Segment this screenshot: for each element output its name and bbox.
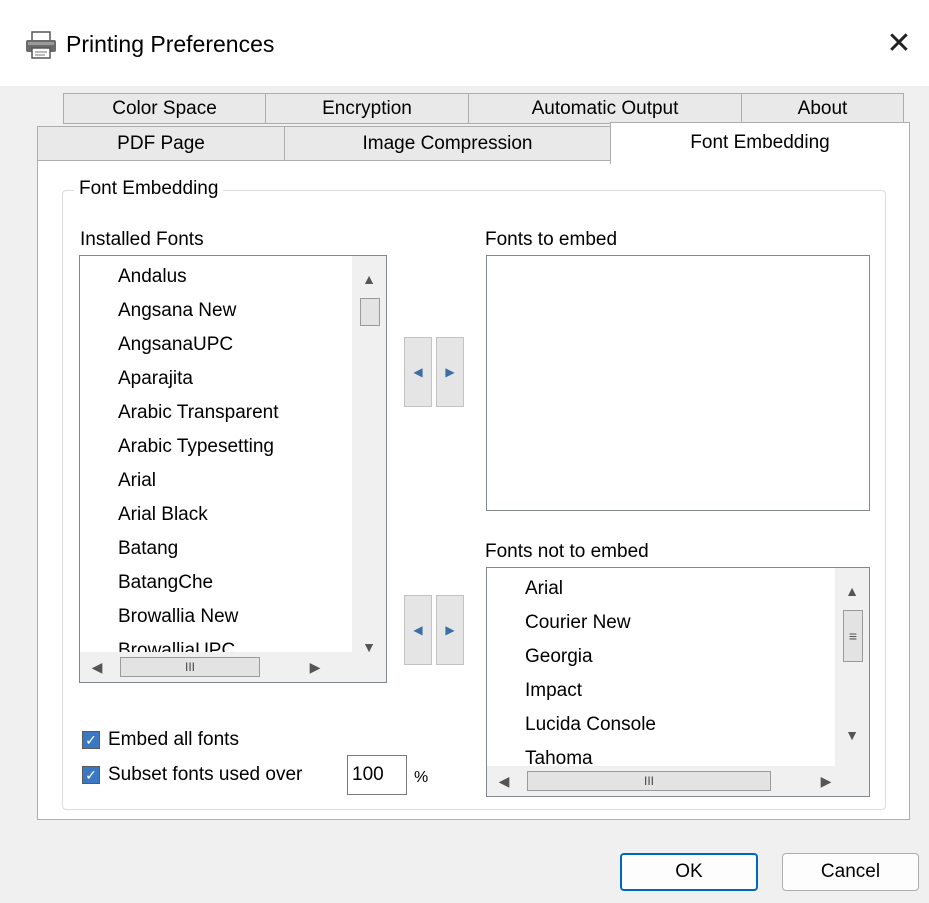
installed-fonts-label: Installed Fonts	[80, 229, 204, 250]
move-left-button[interactable]: ◀	[404, 337, 432, 407]
list-item[interactable]: Andalus	[80, 260, 279, 294]
fonts-not-to-embed-label: Fonts not to embed	[485, 541, 649, 562]
installed-fonts-list[interactable]: Andalus Angsana New AngsanaUPC Aparajita Ara…	[79, 255, 387, 683]
fonts-not-to-embed-list[interactable]: Arial Courier New Georgia Impact Lucida Cons…	[486, 567, 870, 797]
list-item[interactable]: Impact	[487, 674, 656, 708]
not-embed-horizontal-scrollbar[interactable]: ◀ III ▶	[487, 766, 869, 796]
tab-font-embedding[interactable]: Font Embedding	[610, 122, 910, 164]
tab-image-compression[interactable]: Image Compression	[284, 126, 611, 160]
tab-about[interactable]: About	[741, 93, 904, 124]
move-left-button-lower[interactable]: ◀	[404, 595, 432, 665]
list-item[interactable]: Georgia	[487, 640, 656, 674]
scroll-up-arrow-icon[interactable]: ▲	[354, 264, 384, 294]
checkmark-icon: ✓	[83, 767, 99, 783]
list-item[interactable]: Lucida Console	[487, 708, 656, 742]
list-item[interactable]: Batang	[80, 532, 279, 566]
scroll-right-arrow-icon[interactable]: ▶	[300, 652, 330, 682]
fonts-not-to-embed-items: Arial Courier New Georgia Impact Lucida Cons…	[487, 572, 656, 776]
checkmark-icon: ✓	[83, 732, 99, 748]
list-item[interactable]: AngsanaUPC	[80, 328, 279, 362]
list-item[interactable]: Aparajita	[80, 362, 279, 396]
scroll-left-arrow-icon[interactable]: ◀	[489, 766, 519, 796]
tab-color-space[interactable]: Color Space	[63, 93, 266, 124]
installed-horizontal-scrollbar[interactable]: ◀ III ▶	[80, 652, 386, 682]
list-item[interactable]: Arial Black	[80, 498, 279, 532]
ok-button[interactable]: OK	[620, 853, 758, 891]
installed-fonts-items: Andalus Angsana New AngsanaUPC Aparajita Ara…	[80, 260, 279, 668]
cancel-button[interactable]: Cancel	[782, 853, 919, 891]
list-item[interactable]: BatangChe	[80, 566, 279, 600]
list-item[interactable]: Arabic Typesetting	[80, 430, 279, 464]
installed-vertical-scrollbar[interactable]: ▲ ▼	[352, 256, 386, 655]
fonts-to-embed-list[interactable]	[486, 255, 870, 511]
scroll-up-arrow-icon[interactable]: ▲	[837, 576, 867, 606]
list-item[interactable]: Browallia New	[80, 600, 279, 634]
fonts-to-embed-label: Fonts to embed	[485, 229, 618, 250]
subset-fonts-label[interactable]: Subset fonts used over	[108, 762, 302, 788]
scroll-right-arrow-icon[interactable]: ▶	[811, 766, 841, 796]
list-item[interactable]: Arial	[80, 464, 279, 498]
scroll-thumb-vertical[interactable]: ≡	[843, 610, 863, 662]
list-item[interactable]: Arial	[487, 572, 656, 606]
move-right-button[interactable]: ▶	[436, 337, 464, 407]
tab-pdf-page[interactable]: PDF Page	[37, 126, 285, 160]
printer-icon	[26, 31, 56, 59]
title-bar: Printing Preferences ✕	[0, 0, 929, 86]
list-item[interactable]: Arabic Transparent	[80, 396, 279, 430]
subset-fonts-checkbox[interactable]: ✓	[82, 766, 100, 784]
not-embed-vertical-scrollbar[interactable]: ▲ ≡ ▼	[835, 568, 869, 766]
move-right-button-lower[interactable]: ▶	[436, 595, 464, 665]
group-label: Font Embedding	[74, 174, 224, 204]
scroll-thumb-vertical[interactable]	[360, 298, 380, 326]
printing-preferences-dialog: Printing Preferences ✕ Color Space Encry…	[0, 0, 929, 903]
window-title: Printing Preferences	[66, 31, 275, 57]
embed-all-fonts-checkbox[interactable]: ✓	[82, 731, 100, 749]
tab-encryption[interactable]: Encryption	[265, 93, 469, 124]
scroll-down-arrow-icon[interactable]: ▼	[837, 720, 867, 750]
font-embedding-panel: Font Embedding Installed Fonts Andalus An…	[37, 160, 910, 820]
tab-automatic-output[interactable]: Automatic Output	[468, 93, 742, 124]
scroll-thumb-horizontal[interactable]: III	[120, 657, 260, 677]
list-item[interactable]: Courier New	[487, 606, 656, 640]
scroll-thumb-horizontal[interactable]: III	[527, 771, 771, 791]
scroll-left-arrow-icon[interactable]: ◀	[82, 652, 112, 682]
close-button[interactable]: ✕	[869, 16, 929, 72]
subset-threshold-input[interactable]	[347, 755, 407, 795]
percent-sign: %	[414, 769, 429, 786]
list-item[interactable]: Angsana New	[80, 294, 279, 328]
embed-all-fonts-label[interactable]: Embed all fonts	[108, 727, 239, 753]
